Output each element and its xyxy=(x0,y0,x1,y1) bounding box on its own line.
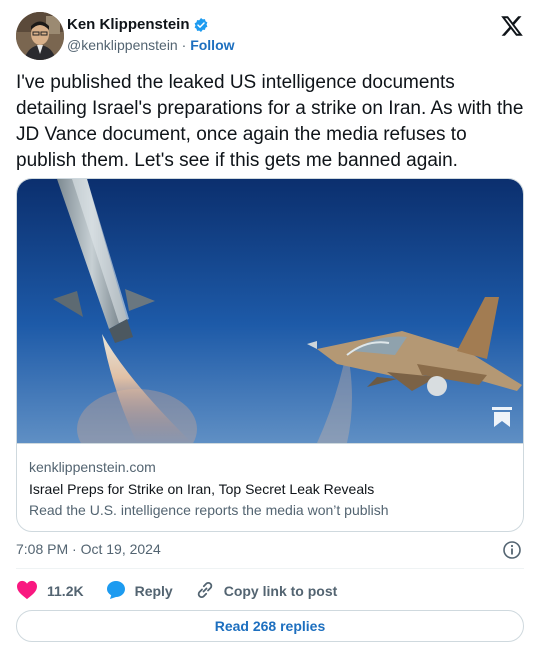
x-logo-icon[interactable] xyxy=(500,14,524,38)
handle-separator: · xyxy=(181,37,187,53)
author-name-row: Ken Klippenstein xyxy=(67,16,209,33)
verified-badge-icon xyxy=(193,17,209,33)
tweet-header: Ken Klippenstein @kenklippenstein · Foll… xyxy=(16,12,524,60)
copy-link-button[interactable]: Copy link to post xyxy=(195,580,338,603)
reply-label: Reply xyxy=(134,583,173,599)
card-domain: kenklippenstein.com xyxy=(29,459,156,475)
card-title: Israel Preps for Strike on Iran, Top Sec… xyxy=(29,481,375,497)
like-button[interactable]: 11.2K xyxy=(16,580,84,603)
follow-link[interactable]: Follow xyxy=(190,37,234,53)
speech-bubble-icon xyxy=(106,580,135,603)
bookmark-icon[interactable] xyxy=(491,406,513,433)
author-name[interactable]: Ken Klippenstein xyxy=(67,16,190,33)
reply-button[interactable]: Reply xyxy=(106,580,173,603)
like-count: 11.2K xyxy=(47,583,84,599)
action-bar: 11.2K Reply Copy link to post xyxy=(16,578,359,604)
link-icon xyxy=(195,580,224,603)
tweet-timestamp[interactable]: 7:08 PM · Oct 19, 2024 xyxy=(16,541,161,557)
avatar[interactable] xyxy=(16,12,64,60)
card-description: Read the U.S. intelligence reports the m… xyxy=(29,502,389,518)
author-handle[interactable]: @kenklippenstein xyxy=(67,37,178,53)
info-icon[interactable] xyxy=(502,540,522,560)
divider xyxy=(16,568,524,569)
heart-icon xyxy=(16,580,47,603)
author-handle-row: @kenklippenstein · Follow xyxy=(67,37,235,53)
tweet-text: I've published the leaked US intelligenc… xyxy=(16,72,524,171)
read-replies-button[interactable]: Read 268 replies xyxy=(16,610,524,642)
link-card[interactable]: kenklippenstein.com Israel Preps for Str… xyxy=(16,178,524,532)
copy-link-label: Copy link to post xyxy=(223,583,338,599)
card-info[interactable]: kenklippenstein.com Israel Preps for Str… xyxy=(17,443,523,520)
card-image[interactable] xyxy=(17,179,523,443)
